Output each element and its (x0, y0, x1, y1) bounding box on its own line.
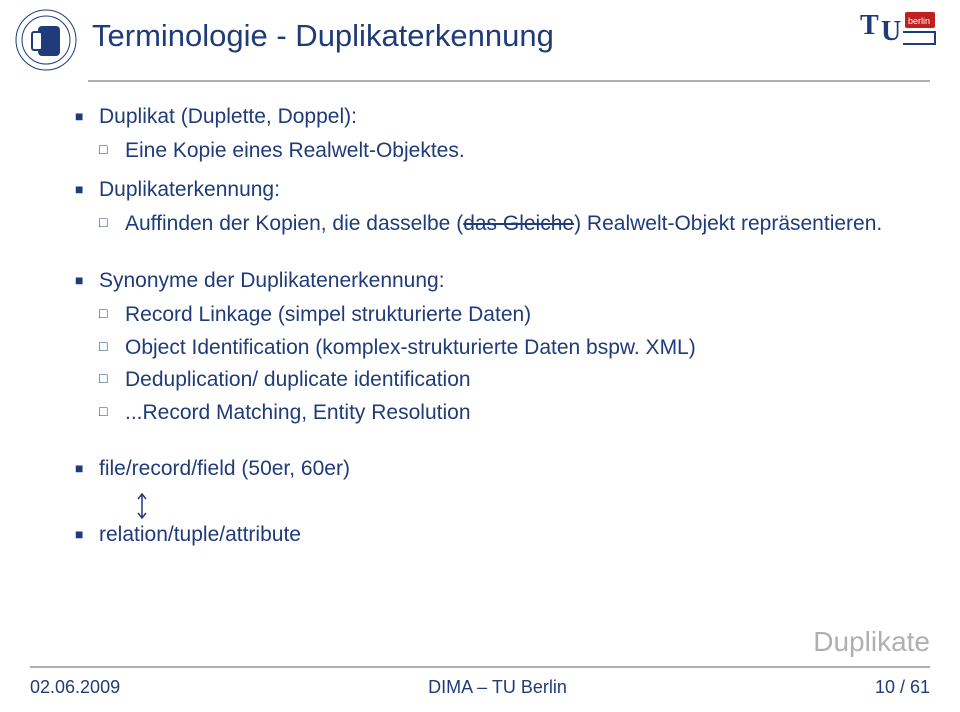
sub-bullet: Object Identification (komplex-strukturi… (99, 333, 920, 363)
sub-bullet: Auffinden der Kopien, die dasselbe (das … (99, 209, 920, 239)
bullet-file-record: file/record/field (50er, 60er) (75, 454, 920, 484)
bullet-relation-tuple: relation/tuple/attribute (75, 520, 920, 550)
bullet-text: Synonyme der Duplikatenerkennung: (99, 269, 445, 292)
sub-bullet: ...Record Matching, Entity Resolution (99, 398, 920, 428)
sub-bullet: Deduplication/ duplicate identification (99, 365, 920, 395)
category-label: Duplikate (813, 626, 930, 658)
footer-page: 10 / 61 (875, 677, 930, 698)
sub-bullet: Record Linkage (simpel strukturierte Dat… (99, 300, 920, 330)
page-title: Terminologie - Duplikaterkennung (92, 18, 960, 54)
strikethrough-text: das Gleiche (463, 212, 574, 235)
sub-bullet: Eine Kopie eines Realwelt-Objektes. (99, 136, 920, 166)
footer-date: 02.06.2009 (30, 677, 120, 698)
slide-content: Duplikat (Duplette, Doppel): Eine Kopie … (0, 82, 960, 551)
bullet-text: Duplikaterkennung: (99, 178, 280, 201)
bidirectional-arrow-icon (135, 492, 149, 520)
bullet-duplikaterkennung: Duplikaterkennung: Auffinden der Kopien,… (75, 175, 920, 240)
bullet-text: Duplikat (Duplette, Doppel): (99, 105, 357, 128)
bullet-duplikat: Duplikat (Duplette, Doppel): Eine Kopie … (75, 102, 920, 167)
footer-center: DIMA – TU Berlin (428, 677, 567, 698)
footer-divider (30, 666, 930, 668)
bullet-synonyme: Synonyme der Duplikatenerkennung: Record… (75, 266, 920, 428)
